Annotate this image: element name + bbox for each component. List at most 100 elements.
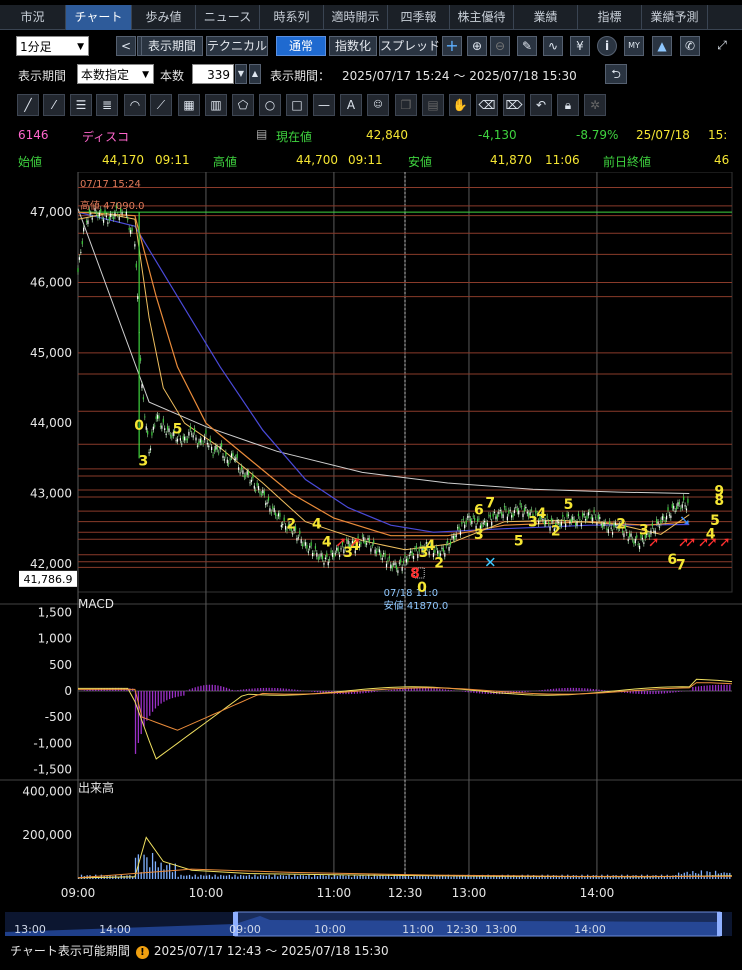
candle-body (522, 513, 524, 518)
rectangle-tool-icon[interactable]: □ (286, 94, 308, 116)
volume-bar (430, 876, 432, 879)
prev-button[interactable]: < (116, 36, 136, 56)
candle-body (408, 555, 410, 557)
volume-bar (333, 874, 336, 879)
tab-forecast[interactable]: 業績予測 (642, 5, 708, 30)
candle-body (175, 440, 177, 442)
paste-tool-icon[interactable]: ▤ (422, 94, 444, 116)
macd-hist-bar (268, 687, 270, 691)
count-input[interactable]: 339 (192, 64, 234, 84)
ruler-tool-icon[interactable]: ⁄ (43, 94, 65, 116)
lock-tool-icon[interactable]: 🔒︎ (557, 94, 579, 116)
tab-timeseries[interactable]: 時系列 (260, 5, 324, 30)
candle-body (584, 519, 587, 521)
candle-body (673, 505, 675, 509)
macd-hist-bar (581, 688, 583, 691)
reset-icon[interactable]: ⮌ (605, 64, 627, 84)
volume-bar (237, 876, 239, 879)
red-arrow-icon: ➚ (685, 534, 697, 550)
candle-body (364, 540, 366, 545)
undo-tool-icon[interactable]: ↶ (530, 94, 552, 116)
macd-hist-bar (467, 691, 469, 693)
tab-news[interactable]: ニュース (196, 5, 260, 30)
candle-body (385, 563, 388, 568)
tab-indicators[interactable]: 指標 (578, 5, 642, 30)
wrench-icon[interactable]: ✆ (680, 36, 700, 56)
cycle-tool-icon[interactable]: ▥ (205, 94, 227, 116)
spread-mode-button[interactable]: スプレッド (379, 36, 440, 56)
tab-earnings[interactable]: 業績 (514, 5, 578, 30)
hline-tool-icon[interactable]: — (313, 94, 335, 116)
copy-tool-icon[interactable]: ❐ (395, 94, 417, 116)
candle-body (471, 520, 473, 525)
candle-body (656, 519, 658, 524)
document-icon[interactable]: ▤ (256, 127, 267, 141)
my-indicator-icon[interactable]: MY (624, 36, 644, 56)
volume-bar (345, 876, 347, 879)
candle-body (333, 554, 335, 558)
candle-body (602, 523, 604, 528)
tab-market[interactable]: 市況 (0, 5, 66, 30)
info-icon[interactable]: i (597, 36, 617, 56)
eraser-tool-icon[interactable]: ⌫ (476, 94, 498, 116)
normal-mode-button[interactable]: 通常 (276, 36, 326, 56)
circle-tool-icon[interactable]: ○ (259, 94, 281, 116)
candle-body (188, 431, 190, 436)
candle-body (121, 212, 123, 215)
navigator-right-handle[interactable] (717, 912, 722, 936)
icon-tool-icon[interactable]: ☺ (367, 94, 389, 116)
macd-hist-bar (578, 687, 580, 691)
text-tool-icon[interactable]: A (340, 94, 362, 116)
pen-icon[interactable]: ✎ (517, 36, 537, 56)
low-label: 安値 (408, 155, 433, 169)
period-mode-select[interactable]: 本数指定 ▼ (77, 64, 154, 84)
pentagon-tool-icon[interactable]: ⬠ (232, 94, 254, 116)
count-down-icon[interactable]: ▼ (235, 64, 247, 84)
macd-hist-bar (271, 687, 273, 691)
candle-body (131, 227, 133, 232)
wave-icon[interactable]: ∿ (543, 36, 563, 56)
interval-select[interactable]: 1分足 ▼ (16, 36, 89, 56)
gann-tool-icon[interactable]: ▦ (178, 94, 200, 116)
technical-button[interactable]: テクニカル (206, 36, 268, 56)
macd-hist-bar (569, 687, 572, 691)
tab-disclosure[interactable]: 適時開示 (324, 5, 388, 30)
hand-tool-icon[interactable]: ✋ (449, 94, 471, 116)
fibonacci-tool-icon[interactable]: ≣ (96, 94, 118, 116)
zoom-out-icon[interactable]: ⊖ (490, 36, 510, 56)
fan-tool-icon[interactable]: ⟋ (150, 94, 172, 116)
display-period-button[interactable]: 表示期間 (141, 36, 203, 56)
candle-body (412, 555, 415, 559)
settings-tool-icon[interactable]: ✲ (584, 94, 606, 116)
tab-chart[interactable]: チャート (66, 5, 132, 30)
zoom-in-icon[interactable]: ⊕ (467, 36, 487, 56)
volume-bar (240, 874, 242, 879)
arc-tool-icon[interactable]: ◠ (124, 94, 146, 116)
candle-body (215, 445, 217, 450)
volume-bar (484, 876, 486, 879)
trendline-tool-icon[interactable]: ╱ (17, 94, 39, 116)
candle-body (637, 544, 639, 546)
parallel-lines-tool-icon[interactable]: ☰ (70, 94, 92, 116)
expand-icon[interactable]: ⤢ (712, 36, 732, 56)
mountain-chart-icon[interactable]: ▲ (652, 36, 672, 56)
open-price: 44,170 (102, 153, 144, 167)
tab-shikiho[interactable]: 四季報 (388, 5, 450, 30)
macd-hist-bar (299, 690, 302, 691)
crosshair-icon[interactable]: + (442, 36, 462, 56)
tab-benefits[interactable]: 株主優待 (450, 5, 514, 30)
price-chart[interactable]: 09:00 10:00 11:00 12:30 13:00 14:00 47,000 46,0… (0, 172, 742, 907)
volume-bar (231, 876, 233, 879)
candle-body (400, 559, 402, 563)
eraser-all-tool-icon[interactable]: ⌦ (503, 94, 525, 116)
tab-tape[interactable]: 歩み値 (132, 5, 196, 30)
signal-number: 0 (134, 418, 144, 434)
count-up-icon[interactable]: ▲ (249, 64, 261, 84)
range-navigator[interactable]: 13:00 14:00 09:00 10:00 11:00 12:30 13:00 14:00 (0, 910, 742, 940)
candle-body (192, 435, 194, 438)
signal-number: 2 (434, 555, 444, 571)
macd-hist-bar (663, 691, 666, 694)
yen-icon[interactable]: ¥ (570, 36, 590, 56)
candle-body (148, 452, 150, 454)
index-mode-button[interactable]: 指数化 (329, 36, 377, 56)
